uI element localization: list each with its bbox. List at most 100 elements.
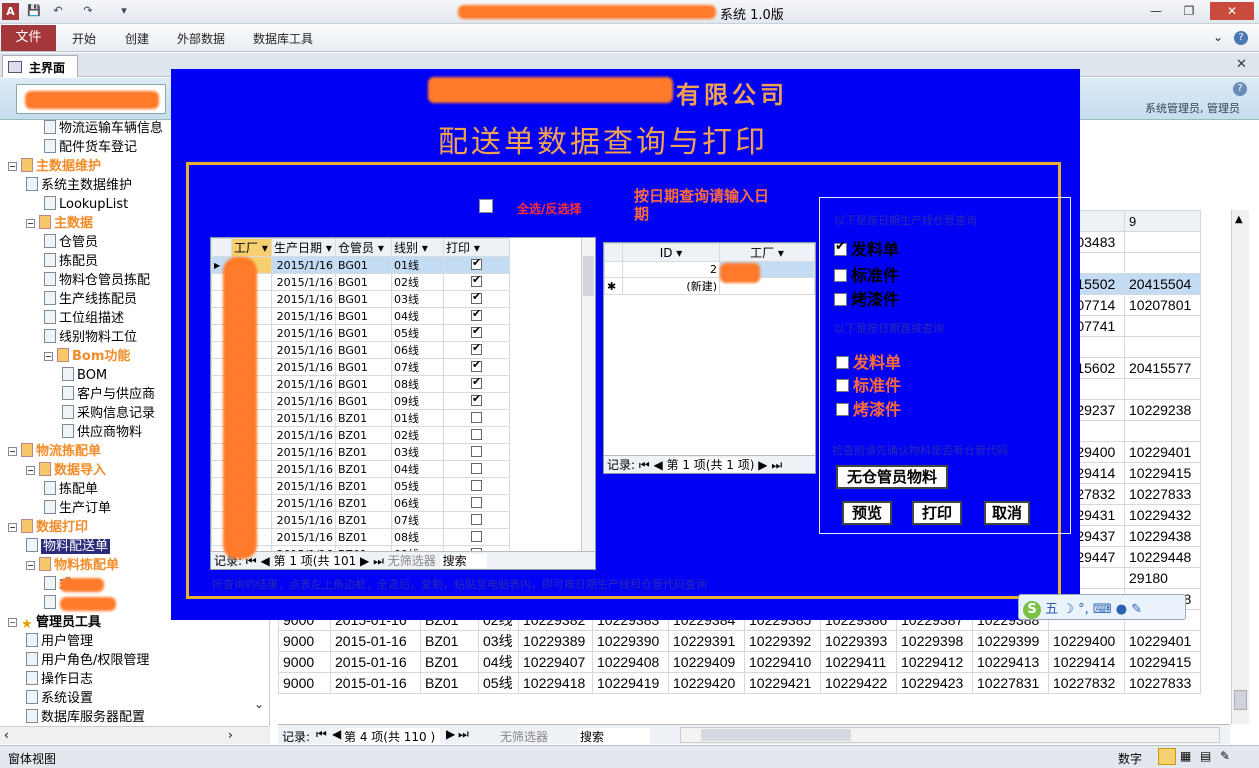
tree-node[interactable]: 用户角色/权限管理 xyxy=(26,652,149,670)
subgrid-cell[interactable]: BZ01 xyxy=(335,528,392,546)
table-cell[interactable]: 10229407 xyxy=(518,651,593,673)
table-cell[interactable]: 10227832 xyxy=(1048,672,1125,694)
subgrid-record-position[interactable]: 第 1 项(共 101 xyxy=(273,554,357,568)
subgrid-cell[interactable]: BZ01 xyxy=(335,426,392,444)
tree-node[interactable]: 拣配员 xyxy=(44,253,98,271)
subgrid-cell[interactable]: 2015/1/16 xyxy=(271,426,336,444)
subgrid-column-header[interactable]: 仓管员 ▾ xyxy=(335,238,392,257)
collapse-icon[interactable]: − xyxy=(26,466,35,475)
print-checkbox[interactable] xyxy=(471,479,482,491)
tree-node[interactable]: 生产线拣配员 xyxy=(44,291,137,309)
subgrid-cell[interactable]: 2015/1/16 xyxy=(271,256,336,274)
select-all-checkbox[interactable] xyxy=(479,199,493,213)
ime-toolbar[interactable]: S 五 ☽ °, ⌨ ● ✎ xyxy=(1018,594,1186,620)
tree-node[interactable]: − Bom功能 xyxy=(44,348,130,366)
subgrid-cell[interactable]: 08线 xyxy=(391,528,444,546)
tree-node[interactable]: − 主数据 xyxy=(26,215,93,233)
print-checkbox[interactable] xyxy=(471,392,482,406)
tab-file[interactable]: 文件 xyxy=(1,25,56,51)
opt2-painted-parts[interactable]: 烤漆件 xyxy=(836,396,901,420)
subgrid-no-filter[interactable]: 无筛选器 xyxy=(388,554,436,568)
prev-record-icon[interactable]: ◀ xyxy=(332,727,341,741)
subgrid-cell[interactable]: 2015/1/16 xyxy=(271,409,336,427)
print-checkbox[interactable] xyxy=(471,411,482,423)
table-cell[interactable] xyxy=(1124,315,1201,337)
table-cell[interactable]: 10229414 xyxy=(1048,651,1125,673)
ime-tools-icon[interactable]: ✎ xyxy=(1131,602,1142,617)
subgrid-cell[interactable]: 2015/1/16 xyxy=(271,290,336,308)
print-checkbox[interactable] xyxy=(471,358,482,372)
design-view-icon[interactable]: ✎ xyxy=(1220,749,1230,763)
opt2-painted-checkbox[interactable] xyxy=(836,403,849,416)
ribbon-help-icon[interactable]: ? xyxy=(1234,31,1248,45)
print-checkbox[interactable] xyxy=(471,324,482,338)
subgrid-cell[interactable]: BG01 xyxy=(335,392,392,410)
ime-logo-icon[interactable]: S xyxy=(1023,601,1041,619)
tree-node[interactable]: 数据库服务器配置 xyxy=(26,709,145,726)
tree-node[interactable]: 仓管员 xyxy=(44,234,98,252)
collapse-icon[interactable]: − xyxy=(44,352,53,361)
tree-node[interactable]: 配件货车登记 xyxy=(44,139,137,157)
subgrid-cell[interactable]: 05线 xyxy=(391,324,444,342)
table-cell[interactable]: 10229392 xyxy=(744,630,821,652)
tree-node[interactable]: − 物流拣配单 xyxy=(8,443,101,461)
subgrid-cell[interactable]: BG01 xyxy=(335,256,392,274)
table-cell[interactable]: 10229391 xyxy=(668,630,745,652)
table-cell[interactable]: 10229393 xyxy=(820,630,897,652)
collapse-icon[interactable]: − xyxy=(26,561,35,570)
subgrid-cell[interactable]: 2015/1/16 xyxy=(271,511,336,529)
help-icon[interactable]: ? xyxy=(1233,82,1247,96)
subgrid-column-header[interactable]: 线别 ▾ xyxy=(391,238,444,257)
opt1-standard-checkbox[interactable] xyxy=(834,269,847,282)
subgrid-cell[interactable]: BZ01 xyxy=(335,494,392,512)
tree-hscrollbar[interactable]: ‹ › xyxy=(0,726,270,744)
datasheet-view-icon[interactable]: ▦ xyxy=(1180,749,1191,763)
table-cell[interactable]: 10229401 xyxy=(1124,441,1201,463)
table-cell[interactable]: 9000 xyxy=(278,651,331,673)
tab-home[interactable]: 开始 xyxy=(72,30,96,47)
subgrid-column-header[interactable]: 生产日期 ▾ xyxy=(271,238,336,257)
subgrid-cell[interactable]: BG01 xyxy=(335,307,392,325)
subgrid-cell[interactable]: BG01 xyxy=(335,290,392,308)
table-cell[interactable]: 10229415 xyxy=(1124,651,1201,673)
tree-node[interactable]: 物料仓管员拣配 xyxy=(44,272,150,290)
table-cell[interactable]: 29180 xyxy=(1124,567,1201,589)
column-header[interactable]: 9 xyxy=(1124,210,1201,232)
tree-node[interactable]: 拣配单 xyxy=(44,481,98,499)
tree-node[interactable] xyxy=(44,595,116,613)
table-cell[interactable]: 10229389 xyxy=(518,630,593,652)
tree-node[interactable]: 式 xyxy=(44,576,104,594)
tab-external-data[interactable]: 外部数据 xyxy=(177,30,225,47)
next-record-icon[interactable]: ▶ xyxy=(446,727,455,741)
opt2-issue-checkbox[interactable] xyxy=(836,356,849,369)
tree-node[interactable]: LookupList xyxy=(44,196,128,214)
table-cell[interactable] xyxy=(1124,378,1201,400)
table-cell[interactable]: BZ01 xyxy=(420,651,479,673)
factory-next-icon[interactable]: ▶ ⏭ xyxy=(758,458,782,472)
print-checkbox[interactable] xyxy=(471,341,482,355)
opt1-painted-parts[interactable]: 烤漆件 xyxy=(834,286,899,310)
table-cell[interactable]: 10229412 xyxy=(896,651,973,673)
tree-node[interactable]: 生产订单 xyxy=(44,500,111,518)
subgrid-cell[interactable]: BG01 xyxy=(335,358,392,376)
table-cell[interactable]: 10229415 xyxy=(1124,462,1201,484)
table-cell[interactable]: 10229408 xyxy=(592,651,669,673)
table-cell[interactable]: 10229411 xyxy=(820,651,897,673)
subgrid-cell[interactable]: 02线 xyxy=(391,273,444,291)
table-cell[interactable]: 10229413 xyxy=(972,651,1049,673)
subgrid-cell[interactable]: 2015/1/16 xyxy=(271,358,336,376)
subgrid-cell[interactable]: 2015/1/16 xyxy=(271,392,336,410)
subgrid-cell[interactable]: BZ01 xyxy=(335,511,392,529)
access-app-icon[interactable]: A xyxy=(2,3,19,20)
print-checkbox[interactable] xyxy=(471,462,482,474)
subgrid-cell[interactable]: BG01 xyxy=(335,324,392,342)
table-cell[interactable]: 10229410 xyxy=(744,651,821,673)
form-view-icon[interactable] xyxy=(1158,748,1176,765)
tree-node[interactable]: 客户与供应商 xyxy=(62,386,155,404)
new-row-label[interactable]: (新建) xyxy=(622,277,720,295)
scroll-up-icon[interactable]: ▲ xyxy=(1235,214,1243,225)
first-record-icon[interactable]: ⏮ xyxy=(316,727,327,742)
undo-icon[interactable]: ↶ xyxy=(50,3,66,19)
cell-id[interactable]: 2 xyxy=(622,261,720,278)
tree-node[interactable]: 物流运输车辆信息 xyxy=(44,120,163,138)
